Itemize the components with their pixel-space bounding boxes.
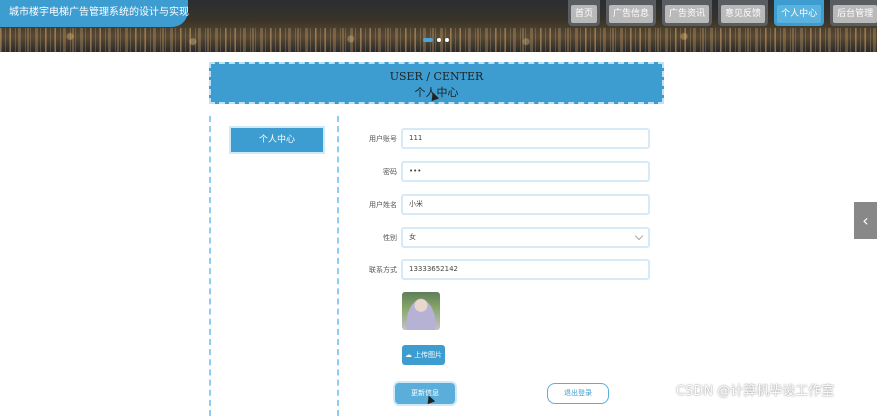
- logout-button[interactable]: 退出登录: [547, 383, 609, 404]
- nav-label: 首页: [571, 5, 598, 23]
- nav-label: 后台管理: [833, 5, 877, 23]
- form-row-phone: 联系方式 13333652142: [340, 259, 660, 281]
- account-label: 用户账号: [369, 135, 397, 143]
- avatar: [402, 292, 440, 330]
- top-nav: 首页 广告信息 广告资讯 意见反馈 个人中心 后台管理: [568, 0, 877, 26]
- nav-label: 意见反馈: [721, 5, 766, 23]
- nav-item-ad-info[interactable]: 广告信息: [606, 0, 657, 26]
- phone-label: 联系方式: [369, 266, 397, 274]
- carousel-dot-3[interactable]: [445, 38, 449, 42]
- nav-label: 广告资讯: [665, 5, 710, 23]
- form-row-gender: 性别 女: [340, 227, 660, 249]
- gender-select[interactable]: 女: [401, 227, 650, 248]
- carousel-dot-1[interactable]: [423, 38, 433, 42]
- nav-label: 广告信息: [609, 5, 654, 23]
- cloud-upload-icon: ☁: [405, 350, 412, 359]
- nav-item-ad-news[interactable]: 广告资讯: [662, 0, 713, 26]
- nav-item-admin[interactable]: 后台管理: [830, 0, 877, 26]
- carousel-dot-2[interactable]: [437, 38, 441, 42]
- nav-item-home[interactable]: 首页: [568, 0, 601, 26]
- name-label: 用户姓名: [369, 201, 397, 209]
- nav-item-user-center[interactable]: 个人中心: [774, 0, 825, 26]
- gender-value: 女: [409, 233, 416, 241]
- nav-item-feedback[interactable]: 意见反馈: [718, 0, 769, 26]
- name-input[interactable]: 小米: [401, 194, 650, 215]
- upload-image-button[interactable]: ☁ 上传图片: [402, 345, 445, 365]
- watermark: CSDN @计算机毕设工作室: [676, 384, 835, 399]
- chevron-left-icon[interactable]: ‹: [854, 202, 877, 239]
- sidebar: 个人中心: [209, 116, 339, 416]
- form-row-password: 密码 •••: [340, 161, 660, 183]
- upload-label: 上传图片: [414, 351, 442, 359]
- gender-label: 性别: [383, 234, 397, 242]
- form-row-account: 用户账号 111: [340, 128, 660, 150]
- chevron-down-icon: [634, 231, 644, 241]
- update-info-button[interactable]: 更新信息: [395, 383, 455, 404]
- site-title: 城市楼宇电梯广告管理系统的设计与实现: [0, 0, 189, 27]
- account-input[interactable]: 111: [401, 128, 650, 149]
- nav-label: 个人中心: [777, 5, 822, 23]
- carousel-indicators[interactable]: [423, 38, 449, 42]
- phone-input[interactable]: 13333652142: [401, 259, 650, 280]
- password-input[interactable]: •••: [401, 161, 650, 182]
- password-label: 密码: [383, 168, 397, 176]
- form-row-name: 用户姓名 小米: [340, 194, 660, 216]
- sidebar-item-user-center[interactable]: 个人中心: [231, 128, 323, 152]
- page-title-en: USER / CENTER: [389, 70, 484, 83]
